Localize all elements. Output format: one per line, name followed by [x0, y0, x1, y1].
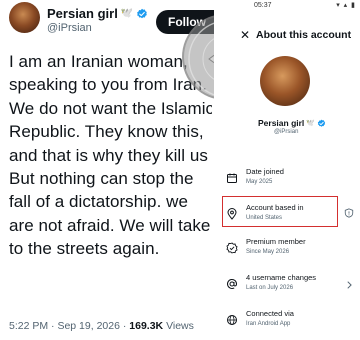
tweet-metadata: 5:22 PM · Sep 19, 2026 · 169.3K Views — [9, 320, 194, 332]
globe-icon — [227, 315, 237, 325]
info-premium: Premium member Since May 2026 — [224, 237, 354, 263]
views-count: 169.3K — [129, 320, 164, 332]
tweet-card: Persian girl 🕊️ @iPrsian I am an Iranian… — [0, 0, 212, 340]
tweet-date[interactable]: Sep 19, 2026 — [57, 320, 119, 332]
info-value: Iran Android App — [246, 321, 291, 327]
info-label: Date joined — [246, 167, 284, 176]
at-sign-icon — [227, 278, 238, 289]
shield-info-icon[interactable] — [344, 208, 354, 218]
dove-emoji-icon: 🕊️ — [306, 119, 316, 127]
close-icon[interactable]: ✕ — [240, 28, 250, 42]
author-name[interactable]: Persian girl — [47, 6, 118, 21]
profile-handle: @iPrsian — [274, 129, 299, 135]
red-highlight-box — [222, 196, 338, 227]
views-label: Views — [166, 320, 194, 332]
premium-star-icon — [226, 242, 238, 254]
calendar-icon — [227, 173, 237, 183]
profile-name-row: Persian girl 🕊️ — [258, 118, 326, 128]
info-username-changes[interactable]: 4 username changes Last on July 2026 — [224, 273, 354, 299]
info-value: Since May 2026 — [246, 249, 290, 255]
about-account-panel: 05:37 ▾ ▴ ▮ ✕ About this account Persian… — [214, 0, 360, 340]
profile-name: Persian girl — [258, 118, 305, 128]
status-bar-time: 05:37 — [254, 2, 272, 9]
info-date-joined: Date joined May 2025 — [224, 167, 354, 193]
info-value: Last on July 2026 — [246, 285, 294, 291]
dove-emoji-icon: 🕊️ — [120, 7, 134, 19]
tweet-time[interactable]: 5:22 PM — [9, 320, 48, 332]
tweet-author-row: Persian girl 🕊️ — [47, 6, 148, 21]
panel-title: About this account — [256, 29, 352, 41]
info-label: Premium member — [246, 237, 306, 246]
avatar[interactable] — [9, 2, 40, 33]
verified-badge-icon — [317, 119, 326, 127]
verified-badge-icon — [137, 8, 148, 18]
info-connected-via: Connected via Iran Android App — [224, 309, 354, 335]
info-value: May 2025 — [246, 179, 273, 185]
info-label: 4 username changes — [246, 273, 317, 282]
status-bar-icons: ▾ ▴ ▮ — [336, 2, 356, 9]
tweet-text: I am an Iranian woman, speaking to you f… — [9, 52, 212, 259]
chevron-right-icon[interactable] — [344, 280, 354, 290]
profile-avatar[interactable] — [260, 56, 310, 106]
author-handle[interactable]: @iPrsian — [47, 22, 92, 34]
info-label: Connected via — [246, 309, 294, 318]
